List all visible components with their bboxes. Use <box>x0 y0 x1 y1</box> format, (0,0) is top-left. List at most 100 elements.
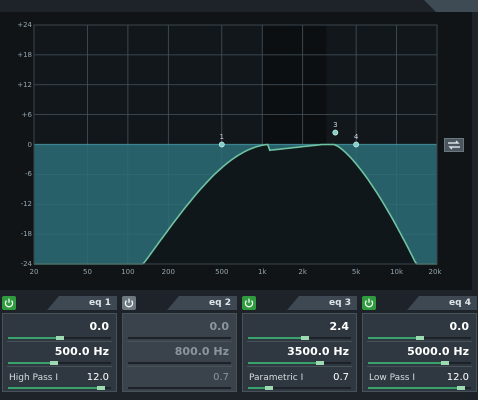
band-panel-2: eq 2 0.0 800.0 Hz 0.7 <box>122 296 237 396</box>
frequency-value: 3500.0 Hz <box>287 345 349 358</box>
gain-slider[interactable] <box>368 336 471 340</box>
band-panel-header: eq 3 <box>242 296 357 310</box>
band-panel-body: 0.0 5000.0 Hz Low Pass I 12.0 <box>362 313 477 392</box>
gain-slider[interactable] <box>128 337 231 339</box>
x-tick-label: 200 <box>161 268 176 276</box>
gain-slider-thumb[interactable] <box>415 336 424 340</box>
power-icon <box>244 298 254 308</box>
frequency-value: 5000.0 Hz <box>407 345 469 358</box>
q-slider-thumb[interactable] <box>456 386 465 390</box>
frequency-slider[interactable] <box>248 361 351 365</box>
gain-slider[interactable] <box>248 336 351 340</box>
q-slider[interactable] <box>368 386 471 390</box>
filter-field[interactable]: High Pass I 12.0 <box>4 367 115 391</box>
gain-slider-fill <box>368 337 420 339</box>
band-panel-body: 0.0 800.0 Hz 0.7 <box>122 313 237 392</box>
x-tick-label: 20k <box>428 268 442 276</box>
filter-type[interactable]: Low Pass I <box>369 373 415 383</box>
q-slider[interactable] <box>248 386 351 390</box>
band-panel-header: eq 4 <box>362 296 477 310</box>
y-tick-label: -24 <box>20 260 32 268</box>
y-tick-label: -18 <box>20 230 32 239</box>
band-panel-4: eq 4 0.0 5000.0 Hz Low Pass I 12.0 <box>362 296 477 396</box>
frequency-value: 800.0 Hz <box>174 345 229 358</box>
power-button[interactable] <box>362 296 376 310</box>
eq-graph[interactable] <box>0 12 472 290</box>
gain-field[interactable]: 2.4 <box>244 317 355 341</box>
power-icon <box>4 298 14 308</box>
q-value: 12.0 <box>446 372 469 383</box>
link-bands-button[interactable] <box>444 138 464 152</box>
gain-field[interactable]: 0.0 <box>124 317 235 341</box>
q-slider-thumb[interactable] <box>264 386 273 390</box>
power-button[interactable] <box>242 296 256 310</box>
x-tick-label: 100 <box>121 268 135 276</box>
gain-slider-thumb[interactable] <box>55 336 64 340</box>
power-button[interactable] <box>122 296 136 310</box>
y-tick-label: -12 <box>20 200 32 209</box>
gain-slider-fill <box>248 337 305 339</box>
x-tick-label: 1k <box>257 268 267 276</box>
band-handle-1[interactable] <box>218 141 225 148</box>
q-value: 12.0 <box>86 372 109 383</box>
band-handle-label: 3 <box>333 120 338 129</box>
filter-field[interactable]: 0.7 <box>124 367 235 391</box>
frequency-slider[interactable] <box>128 362 231 364</box>
q-slider[interactable] <box>8 386 111 390</box>
y-tick-label: +18 <box>17 50 32 59</box>
y-tick-label: +12 <box>17 80 32 89</box>
q-slider[interactable] <box>128 387 231 389</box>
band-handle-label: 4 <box>353 132 359 141</box>
gain-slider-thumb[interactable] <box>300 336 309 340</box>
x-tick-label: 2k <box>298 268 307 276</box>
band-panel-header: eq 2 <box>122 296 237 310</box>
frequency-slider-thumb[interactable] <box>316 361 325 365</box>
filter-field[interactable]: Parametric I 0.7 <box>244 367 355 391</box>
y-tick-label: -6 <box>25 170 32 179</box>
band-name: eq 1 <box>47 296 117 310</box>
frequency-slider[interactable] <box>368 361 471 365</box>
q-value: 0.7 <box>213 372 229 383</box>
frequency-slider-thumb[interactable] <box>50 361 59 365</box>
band-panel-1: eq 1 0.0 500.0 Hz High Pass I 12.0 <box>2 296 117 396</box>
frequency-slider-fill <box>8 362 55 364</box>
gain-field[interactable]: 0.0 <box>364 317 475 341</box>
gain-value: 0.0 <box>89 320 110 333</box>
gain-field[interactable]: 0.0 <box>4 317 115 341</box>
band-handle-label: 1 <box>219 132 225 141</box>
band-panel-body: 2.4 3500.0 Hz Parametric I 0.7 <box>242 313 357 392</box>
frequency-slider-fill <box>248 362 321 364</box>
q-slider-thumb[interactable] <box>96 386 105 390</box>
frequency-field[interactable]: 500.0 Hz <box>4 342 115 366</box>
filter-field[interactable]: Low Pass I 12.0 <box>364 367 475 391</box>
band-panel-header: eq 1 <box>2 296 117 310</box>
frequency-value: 500.0 Hz <box>54 345 109 358</box>
frequency-field[interactable]: 5000.0 Hz <box>364 342 475 366</box>
y-tick-label: 0 <box>27 140 32 149</box>
x-tick-label: 50 <box>82 268 92 276</box>
filter-type[interactable]: Parametric I <box>249 373 303 383</box>
power-button[interactable] <box>2 296 16 310</box>
x-tick-label: 10k <box>390 268 404 276</box>
x-tick-label: 500 <box>215 268 229 276</box>
band-name: eq 3 <box>287 296 357 310</box>
x-tick-label: 20 <box>29 268 39 276</box>
frequency-field[interactable]: 3500.0 Hz <box>244 342 355 366</box>
frequency-slider-fill <box>368 362 446 364</box>
frequency-slider[interactable] <box>8 361 111 365</box>
q-slider-fill <box>368 387 461 389</box>
y-tick-label: +6 <box>21 110 32 119</box>
band-handle-3[interactable] <box>332 129 339 136</box>
x-tick-label: 5k <box>351 268 361 276</box>
band-handle-4[interactable] <box>353 141 360 148</box>
band-panel-body: 0.0 500.0 Hz High Pass I 12.0 <box>2 313 117 392</box>
band-panel-3: eq 3 2.4 3500.0 Hz Parametric I 0.7 <box>242 296 357 396</box>
power-icon <box>124 298 134 308</box>
gain-value: 2.4 <box>329 320 350 333</box>
gain-slider-fill <box>8 337 60 339</box>
frequency-field[interactable]: 800.0 Hz <box>124 342 235 366</box>
gain-slider[interactable] <box>8 336 111 340</box>
filter-type[interactable]: High Pass I <box>9 373 58 383</box>
frequency-slider-thumb[interactable] <box>441 361 450 365</box>
top-corner-tab <box>424 0 478 12</box>
